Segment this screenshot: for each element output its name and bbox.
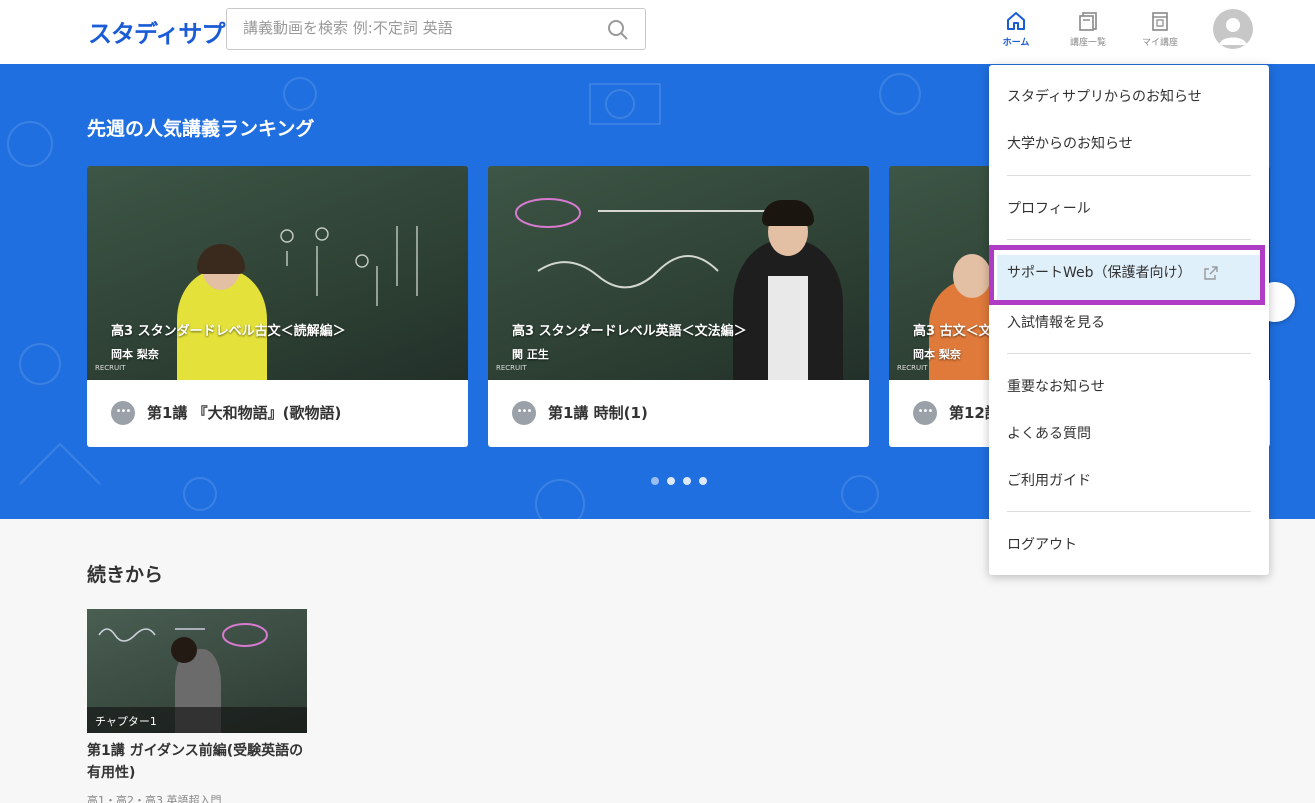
continue-meta: 高1・高2・高3 英語超入門 (87, 794, 222, 803)
nav-course-list-label: 講座一覧 (1069, 38, 1106, 48)
user-avatar-icon[interactable] (1213, 9, 1253, 49)
more-icon[interactable]: ••• (111, 401, 135, 425)
more-icon[interactable]: ••• (913, 401, 937, 425)
menu-item-faq[interactable]: よくある質問 (1007, 423, 1091, 443)
chapter-label: チャプター1 (95, 715, 157, 728)
nav-course-list[interactable]: 講座一覧 (1060, 10, 1116, 48)
lecture-title[interactable]: 第1講 『大和物語』(歌物語) (147, 402, 341, 423)
menu-item-studysapuri-news[interactable]: スタディサプリからのお知らせ (1007, 86, 1202, 106)
pager-dot[interactable] (699, 477, 707, 485)
account-dropdown-menu: スタディサプリからのお知らせ 大学からのお知らせ プロフィール サポートWeb（… (989, 65, 1269, 575)
menu-divider (1007, 353, 1251, 354)
continue-thumbnail[interactable]: チャプター1 (87, 609, 307, 733)
pager-dot[interactable] (683, 477, 691, 485)
video-thumbnail[interactable]: 高3 スタンダードレベル英語＜文法編＞ 関 正生 RECRUIT (488, 166, 869, 380)
nav-my-course[interactable]: マイ講座 (1132, 10, 1188, 48)
search-input[interactable] (243, 19, 603, 37)
nav-my-course-label: マイ講座 (1141, 38, 1178, 48)
my-course-icon (1152, 12, 1168, 31)
nav-home-label: ホーム (1002, 38, 1030, 48)
card-footer[interactable]: ••• 第1講 『大和物語』(歌物語) (87, 380, 468, 447)
search-icon[interactable] (607, 19, 629, 41)
pager-dot[interactable] (667, 477, 675, 485)
menu-divider (1007, 175, 1251, 176)
brand-label: RECRUIT (897, 364, 928, 372)
nav-home[interactable]: ホーム (988, 10, 1044, 48)
teacher-name: 岡本 梨奈 (111, 348, 159, 361)
menu-divider (1007, 239, 1251, 240)
menu-item-important-news[interactable]: 重要なお知らせ (1007, 376, 1105, 396)
menu-item-exam-info[interactable]: 入試情報を見る (1007, 312, 1105, 332)
menu-item-profile[interactable]: プロフィール (1007, 198, 1091, 218)
continue-title: 続きから (87, 564, 164, 586)
brand-label: RECRUIT (496, 364, 527, 372)
menu-divider (1007, 511, 1251, 512)
annotation-highlight-box (989, 245, 1265, 305)
chalk-writing (280, 226, 418, 306)
course-list-icon (1079, 12, 1097, 31)
teacher-name: 関 正生 (512, 348, 549, 361)
header: スタディサプリ ホーム 講座一覧 マイ講座 (0, 0, 1315, 64)
course-title: 高3 古文＜文 (913, 324, 992, 339)
menu-item-university-news[interactable]: 大学からのお知らせ (1007, 133, 1133, 153)
ranking-card[interactable]: 高3 スタンダードレベル英語＜文法編＞ 関 正生 RECRUIT ••• 第1講… (488, 166, 869, 447)
menu-item-guide[interactable]: ご利用ガイド (1007, 470, 1091, 490)
more-icon[interactable]: ••• (512, 401, 536, 425)
home-icon (1007, 12, 1025, 30)
course-title: 高3 スタンダードレベル英語＜文法編＞ (512, 324, 747, 339)
lecture-title[interactable]: 第1講 時制(1) (548, 402, 648, 423)
menu-item-logout[interactable]: ログアウト (1007, 534, 1077, 554)
search-box[interactable] (226, 8, 646, 50)
logo[interactable]: スタディサプリ (88, 14, 248, 49)
video-thumbnail[interactable]: 高3 スタンダードレベル古文＜読解編＞ 岡本 梨奈 RECRUIT (87, 166, 468, 380)
continue-lecture-title[interactable]: 第1講 ガイダンス前編(受験英語の有用性) (87, 740, 312, 784)
card-footer[interactable]: ••• 第1講 時制(1) (488, 380, 869, 447)
course-title: 高3 スタンダードレベル古文＜読解編＞ (111, 324, 346, 339)
pager-dot[interactable] (651, 477, 659, 485)
brand-label: RECRUIT (95, 364, 126, 372)
chapter-bar: チャプター1 (87, 707, 307, 733)
carousel-pager (651, 470, 715, 489)
ranking-title: 先週の人気講義ランキング (87, 118, 315, 140)
ranking-card[interactable]: 高3 スタンダードレベル古文＜読解編＞ 岡本 梨奈 RECRUIT ••• 第1… (87, 166, 468, 447)
teacher-name: 岡本 梨奈 (913, 348, 961, 361)
